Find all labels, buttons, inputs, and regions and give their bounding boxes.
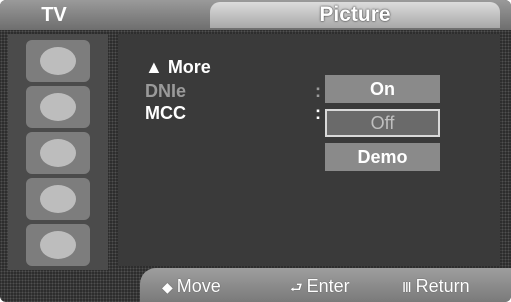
mcc-label[interactable]: MCC [145,102,186,124]
picture-category-icon[interactable] [26,40,90,82]
tv-tab-label: TV [41,4,67,26]
tv-menu-screen: TV Picture ▲ More DNIe : MCC : On Off De… [0,0,511,302]
option-off[interactable]: Off [325,109,440,137]
return-icon: Ⅲ [402,279,412,295]
enter-hint: ⮐ Enter [290,276,350,297]
dnie-colon: : [315,81,321,101]
picture-tab[interactable]: Picture [210,2,500,28]
menu-header: TV Picture [0,0,511,30]
enter-label: Enter [306,276,350,296]
enter-icon: ⮐ [290,279,303,295]
option-demo[interactable]: Demo [325,143,440,171]
input-category-icon[interactable] [26,224,90,266]
option-on[interactable]: On [325,75,440,103]
dnie-label[interactable]: DNIe [145,80,186,102]
mcc-colon: : [315,103,321,123]
category-sidebar [8,34,108,270]
sound-category-icon[interactable] [26,86,90,128]
channel-category-icon[interactable] [26,132,90,174]
move-label: Move [176,276,221,296]
move-arrows-icon: ◆ [162,279,173,295]
move-hint: ◆ Move [162,276,221,297]
return-label: Return [415,276,470,296]
footer-help-bar: ◆ Move ⮐ Enter Ⅲ Return [140,268,511,302]
setup-category-icon[interactable] [26,178,90,220]
more-item[interactable]: ▲ More [145,56,211,78]
return-hint: Ⅲ Return [402,276,470,297]
